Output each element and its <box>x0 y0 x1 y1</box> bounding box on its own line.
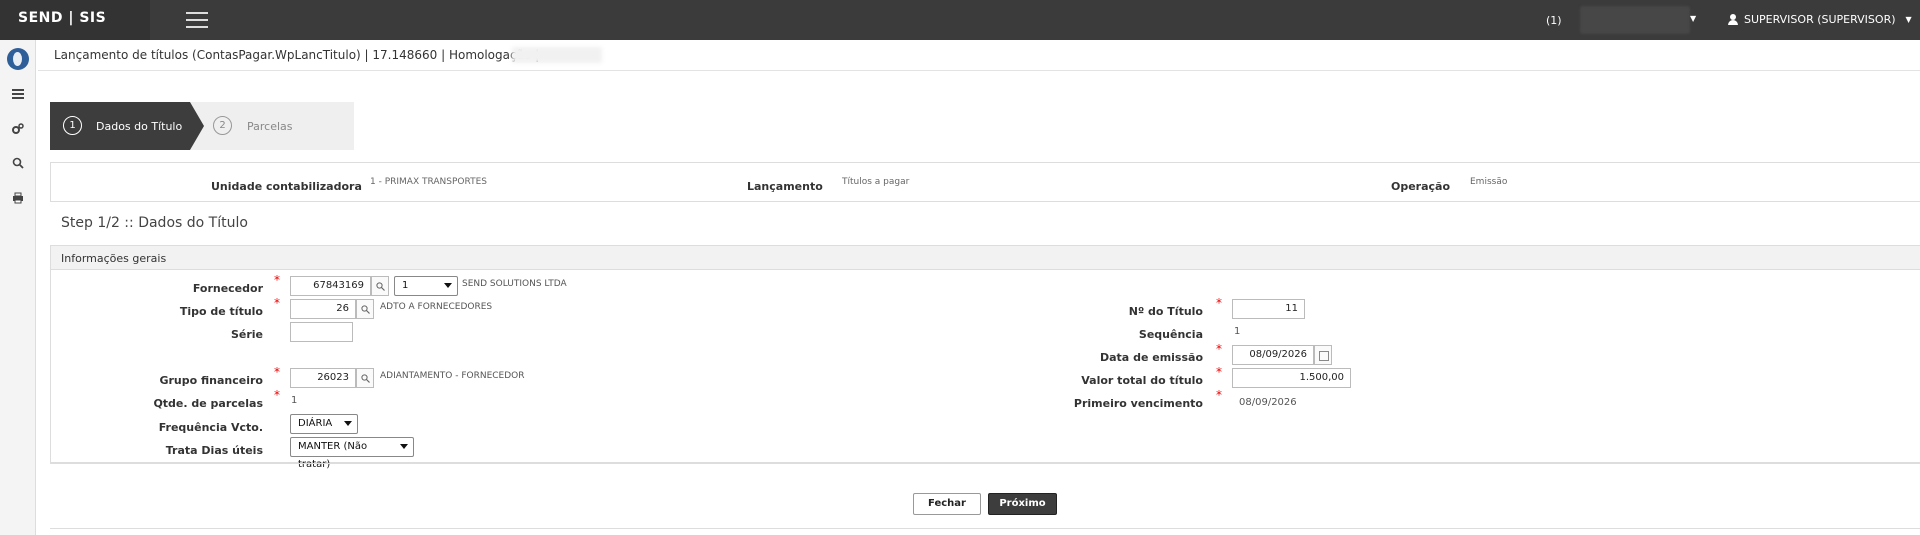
fornecedor-desc: SEND SOLUTIONS LTDA <box>462 279 567 289</box>
top-bar: SEND | SIS (1) ▼ SUPERVISOR (SUPERVISOR)… <box>0 0 1920 40</box>
step-title: Step 1/2 :: Dados do Título <box>61 215 248 231</box>
wizard-step-dados-titulo[interactable]: 1 Dados do Título <box>50 102 204 150</box>
user-name: SUPERVISOR (SUPERVISOR) <box>1744 13 1896 26</box>
required-marker: * <box>1216 296 1222 310</box>
section-title: Informações gerais <box>61 252 167 265</box>
user-menu[interactable]: SUPERVISOR (SUPERVISOR) ▼ <box>1728 13 1912 26</box>
valor-total-label: Valor total do título <box>1081 374 1203 387</box>
grupo-financeiro-input[interactable]: 26023 <box>290 368 356 388</box>
app-logo-icon[interactable] <box>7 48 29 70</box>
divider <box>50 528 1920 529</box>
fornecedor-label: Fornecedor <box>192 282 263 295</box>
grupo-financeiro-desc: ADIANTAMENTO - FORNECEDOR <box>380 371 525 381</box>
tipo-titulo-label: Tipo de título <box>179 305 263 318</box>
required-marker: * <box>1216 388 1222 402</box>
grupo-financeiro-label: Grupo financeiro <box>159 374 263 387</box>
serie-label: Série <box>230 328 263 341</box>
qtde-parcelas-label: Qtde. de parcelas <box>153 397 263 410</box>
lancamento-value: Títulos a pagar <box>842 177 910 187</box>
data-emissao-input[interactable]: 08/09/2026 <box>1232 345 1314 365</box>
sequencia-label: Sequência <box>1138 328 1203 341</box>
lancamento-label: Lançamento <box>747 180 823 193</box>
print-icon[interactable] <box>12 192 24 204</box>
step-label: Parcelas <box>247 120 293 133</box>
gears-icon[interactable] <box>12 123 24 135</box>
primeiro-venc-label: Primeiro vencimento <box>1073 397 1203 410</box>
required-marker: * <box>274 365 280 379</box>
required-marker: * <box>274 296 280 310</box>
section-header: Informações gerais <box>51 246 1920 270</box>
user-caret-icon: ▼ <box>1905 15 1912 24</box>
sidebar <box>0 40 36 535</box>
company-prefix[interactable]: (1) <box>1546 14 1562 27</box>
list-icon[interactable] <box>12 89 24 101</box>
frequencia-label: Frequência Vcto. <box>158 421 263 434</box>
tipo-titulo-search-icon[interactable] <box>356 299 374 319</box>
select-value: 1 <box>402 280 409 291</box>
step-label: Dados do Título <box>96 120 183 133</box>
fornecedor-code-input[interactable]: 67843169 <box>290 276 371 296</box>
num-titulo-label: Nº do Título <box>1128 305 1203 318</box>
operacao-value: Emissão <box>1470 177 1508 187</box>
unidade-label: Unidade contabilizadora <box>211 180 362 193</box>
next-button[interactable]: Próximo <box>988 493 1057 515</box>
valor-total-input[interactable]: 1.500,00 <box>1232 368 1351 388</box>
num-titulo-input[interactable]: 11 <box>1232 299 1305 319</box>
trata-dias-select[interactable]: MANTER (Não tratar) <box>290 437 414 470</box>
company-selector[interactable] <box>1580 6 1690 34</box>
qtde-parcelas-value: 1 <box>291 395 298 406</box>
brand-logo[interactable]: SEND | SIS <box>18 10 106 26</box>
wizard-step-parcelas[interactable]: 2 Parcelas <box>190 102 354 150</box>
frequencia-select[interactable]: DIÁRIA <box>290 414 358 434</box>
search-icon[interactable] <box>12 157 24 169</box>
sequencia-value: 1 <box>1234 326 1241 337</box>
required-marker: * <box>274 388 280 402</box>
user-icon <box>1728 14 1738 25</box>
select-value: DIÁRIA <box>298 418 333 429</box>
fornecedor-search-icon[interactable] <box>371 276 389 296</box>
grupo-financeiro-search-icon[interactable] <box>356 368 374 388</box>
primeiro-venc-value: 08/09/2026 <box>1239 397 1297 408</box>
menu-toggle-icon[interactable] <box>186 12 208 28</box>
divider <box>38 70 1920 71</box>
required-marker: * <box>274 273 280 287</box>
trata-dias-label: Trata Dias úteis <box>165 444 263 457</box>
select-value: MANTER (Não tratar) <box>298 441 368 470</box>
company-caret-icon[interactable]: ▼ <box>1690 14 1696 23</box>
tipo-titulo-input[interactable]: 26 <box>290 299 356 319</box>
fornecedor-branch-select[interactable]: 1 <box>394 276 458 296</box>
page-header: Lançamento de títulos (ContasPagar.WpLan… <box>54 48 540 62</box>
required-marker: * <box>1216 342 1222 356</box>
divider <box>50 463 1920 464</box>
context-info-panel: Unidade contabilizadora 1 - PRIMAX TRANS… <box>50 162 1920 202</box>
environment-redacted <box>512 47 602 63</box>
step-number: 2 <box>213 116 232 135</box>
step-number: 1 <box>63 116 82 135</box>
serie-input[interactable] <box>290 322 353 342</box>
operacao-label: Operação <box>1391 180 1451 193</box>
data-emissao-label: Data de emissão <box>1100 351 1203 364</box>
required-marker: * <box>1216 365 1222 379</box>
calendar-icon[interactable] <box>1314 345 1332 365</box>
close-button[interactable]: Fechar <box>913 493 981 515</box>
unidade-value: 1 - PRIMAX TRANSPORTES <box>370 177 487 187</box>
tipo-titulo-desc: ADTO A FORNECEDORES <box>380 302 493 312</box>
